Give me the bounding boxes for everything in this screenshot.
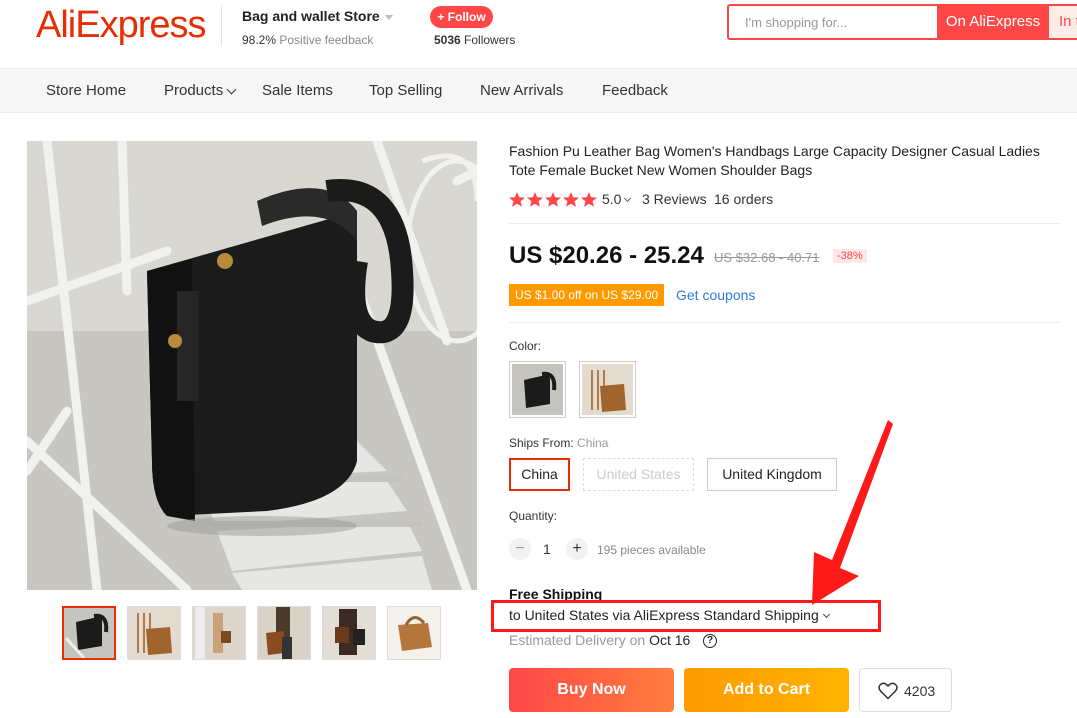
store-name-text[interactable]: Bag and wallet Store	[242, 8, 380, 24]
quantity-increase-button[interactable]: +	[566, 538, 588, 560]
discount-badge: -38%	[833, 249, 867, 263]
heart-icon	[878, 682, 898, 700]
nav-sale-items[interactable]: Sale Items	[262, 82, 333, 99]
product-photo	[27, 141, 477, 590]
chevron-down-icon[interactable]	[624, 194, 632, 203]
estimated-delivery-label: Estimated Delivery on	[509, 632, 646, 648]
price: US $20.26 - 25.24	[509, 242, 704, 269]
color-image	[582, 364, 633, 415]
thumbnail-image	[258, 607, 310, 659]
nav-products-label[interactable]: Products	[164, 82, 223, 99]
ships-from-label: Ships From: China	[509, 436, 608, 450]
followers-info: 5036 Followers	[434, 33, 515, 47]
annotation-highlight-box	[491, 600, 881, 632]
followers-label: Followers	[464, 33, 516, 47]
color-label: Color:	[509, 339, 542, 353]
nav-feedback[interactable]: Feedback	[602, 82, 668, 99]
follow-button[interactable]: + Follow	[430, 6, 493, 28]
aliexpress-logo[interactable]: AliExpress	[36, 4, 206, 47]
thumbnail-4[interactable]	[257, 606, 311, 660]
store-nav: Store Home Products Sale Items Top Selli…	[0, 68, 1077, 113]
available-stock: 195 pieces available	[597, 543, 706, 557]
thumbnail-image	[64, 608, 114, 658]
estimated-delivery: Estimated Delivery on Oct 16	[509, 632, 690, 648]
ship-option-united-states[interactable]: United States	[583, 458, 694, 491]
thumbnail-image	[128, 607, 180, 659]
thumbnail-3[interactable]	[192, 606, 246, 660]
thumbnail-6[interactable]	[387, 606, 441, 660]
nav-store-home[interactable]: Store Home	[46, 82, 126, 99]
wishlist-count: 4203	[904, 683, 936, 699]
quantity-label: Quantity:	[509, 509, 558, 523]
store-header: AliExpress Bag and wallet Store 98.2% Po…	[0, 0, 1077, 68]
orders-count: 16 orders	[714, 191, 774, 207]
help-circle-icon[interactable]: ?	[703, 634, 717, 648]
divider	[509, 322, 1061, 323]
search-aliexpress-button[interactable]: On AliExpress	[937, 6, 1049, 38]
chevron-down-icon[interactable]	[226, 84, 237, 95]
thumbnail-5[interactable]	[322, 606, 376, 660]
thumbnail-image	[193, 607, 245, 659]
store-feedback: 98.2% Positive feedback	[242, 33, 373, 47]
estimated-delivery-date: Oct 16	[649, 632, 691, 648]
color-option-black[interactable]	[509, 361, 566, 418]
color-swatch	[582, 364, 633, 415]
quantity-decrease-button[interactable]: −	[509, 538, 531, 560]
rating-value[interactable]: 5.0	[602, 191, 632, 207]
divider	[509, 223, 1061, 224]
thumbnail-image	[388, 607, 440, 659]
ship-option-china[interactable]: China	[509, 458, 570, 491]
original-price: US $32.68 - 40.71	[714, 250, 820, 265]
followers-count: 5036	[434, 33, 461, 47]
thumbnail-2[interactable]	[127, 606, 181, 660]
nav-top-selling[interactable]: Top Selling	[369, 82, 442, 99]
thumbnail-1[interactable]	[62, 606, 116, 660]
add-to-cart-button[interactable]: Add to Cart	[684, 668, 849, 712]
rating-number[interactable]: 5.0	[602, 191, 621, 207]
coupon-badge[interactable]: US $1.00 off on US $29.00	[509, 284, 665, 306]
color-image	[512, 364, 563, 415]
search-store-button[interactable]: In t	[1049, 6, 1077, 38]
feedback-percent: 98.2%	[242, 33, 277, 47]
nav-products[interactable]: Products	[164, 82, 237, 99]
nav-new-arrivals[interactable]: New Arrivals	[480, 82, 563, 99]
search-input[interactable]	[729, 6, 937, 38]
product-main-image[interactable]	[27, 141, 477, 590]
feedback-label: Positive feedback	[279, 33, 374, 47]
buy-now-button[interactable]: Buy Now	[509, 668, 674, 712]
wishlist-button[interactable]: 4203	[859, 668, 952, 712]
product-title: Fashion Pu Leather Bag Women's Handbags …	[509, 143, 1040, 178]
caret-down-icon[interactable]	[384, 14, 393, 20]
color-option-brown[interactable]	[579, 361, 636, 418]
store-name[interactable]: Bag and wallet Store	[242, 8, 393, 24]
get-coupons-link[interactable]: Get coupons	[676, 287, 755, 303]
reviews-link[interactable]: 3 Reviews	[642, 191, 707, 207]
star-icon	[509, 192, 597, 207]
search-box: On AliExpress In t	[727, 4, 1077, 40]
thumbnail-image	[323, 607, 375, 659]
color-swatch	[512, 364, 563, 415]
ship-option-united-kingdom[interactable]: United Kingdom	[707, 458, 837, 491]
header-divider	[221, 6, 222, 46]
ships-from-value: China	[577, 436, 609, 450]
ships-from-label-text: Ships From:	[509, 436, 574, 450]
quantity-value[interactable]: 1	[543, 541, 551, 557]
